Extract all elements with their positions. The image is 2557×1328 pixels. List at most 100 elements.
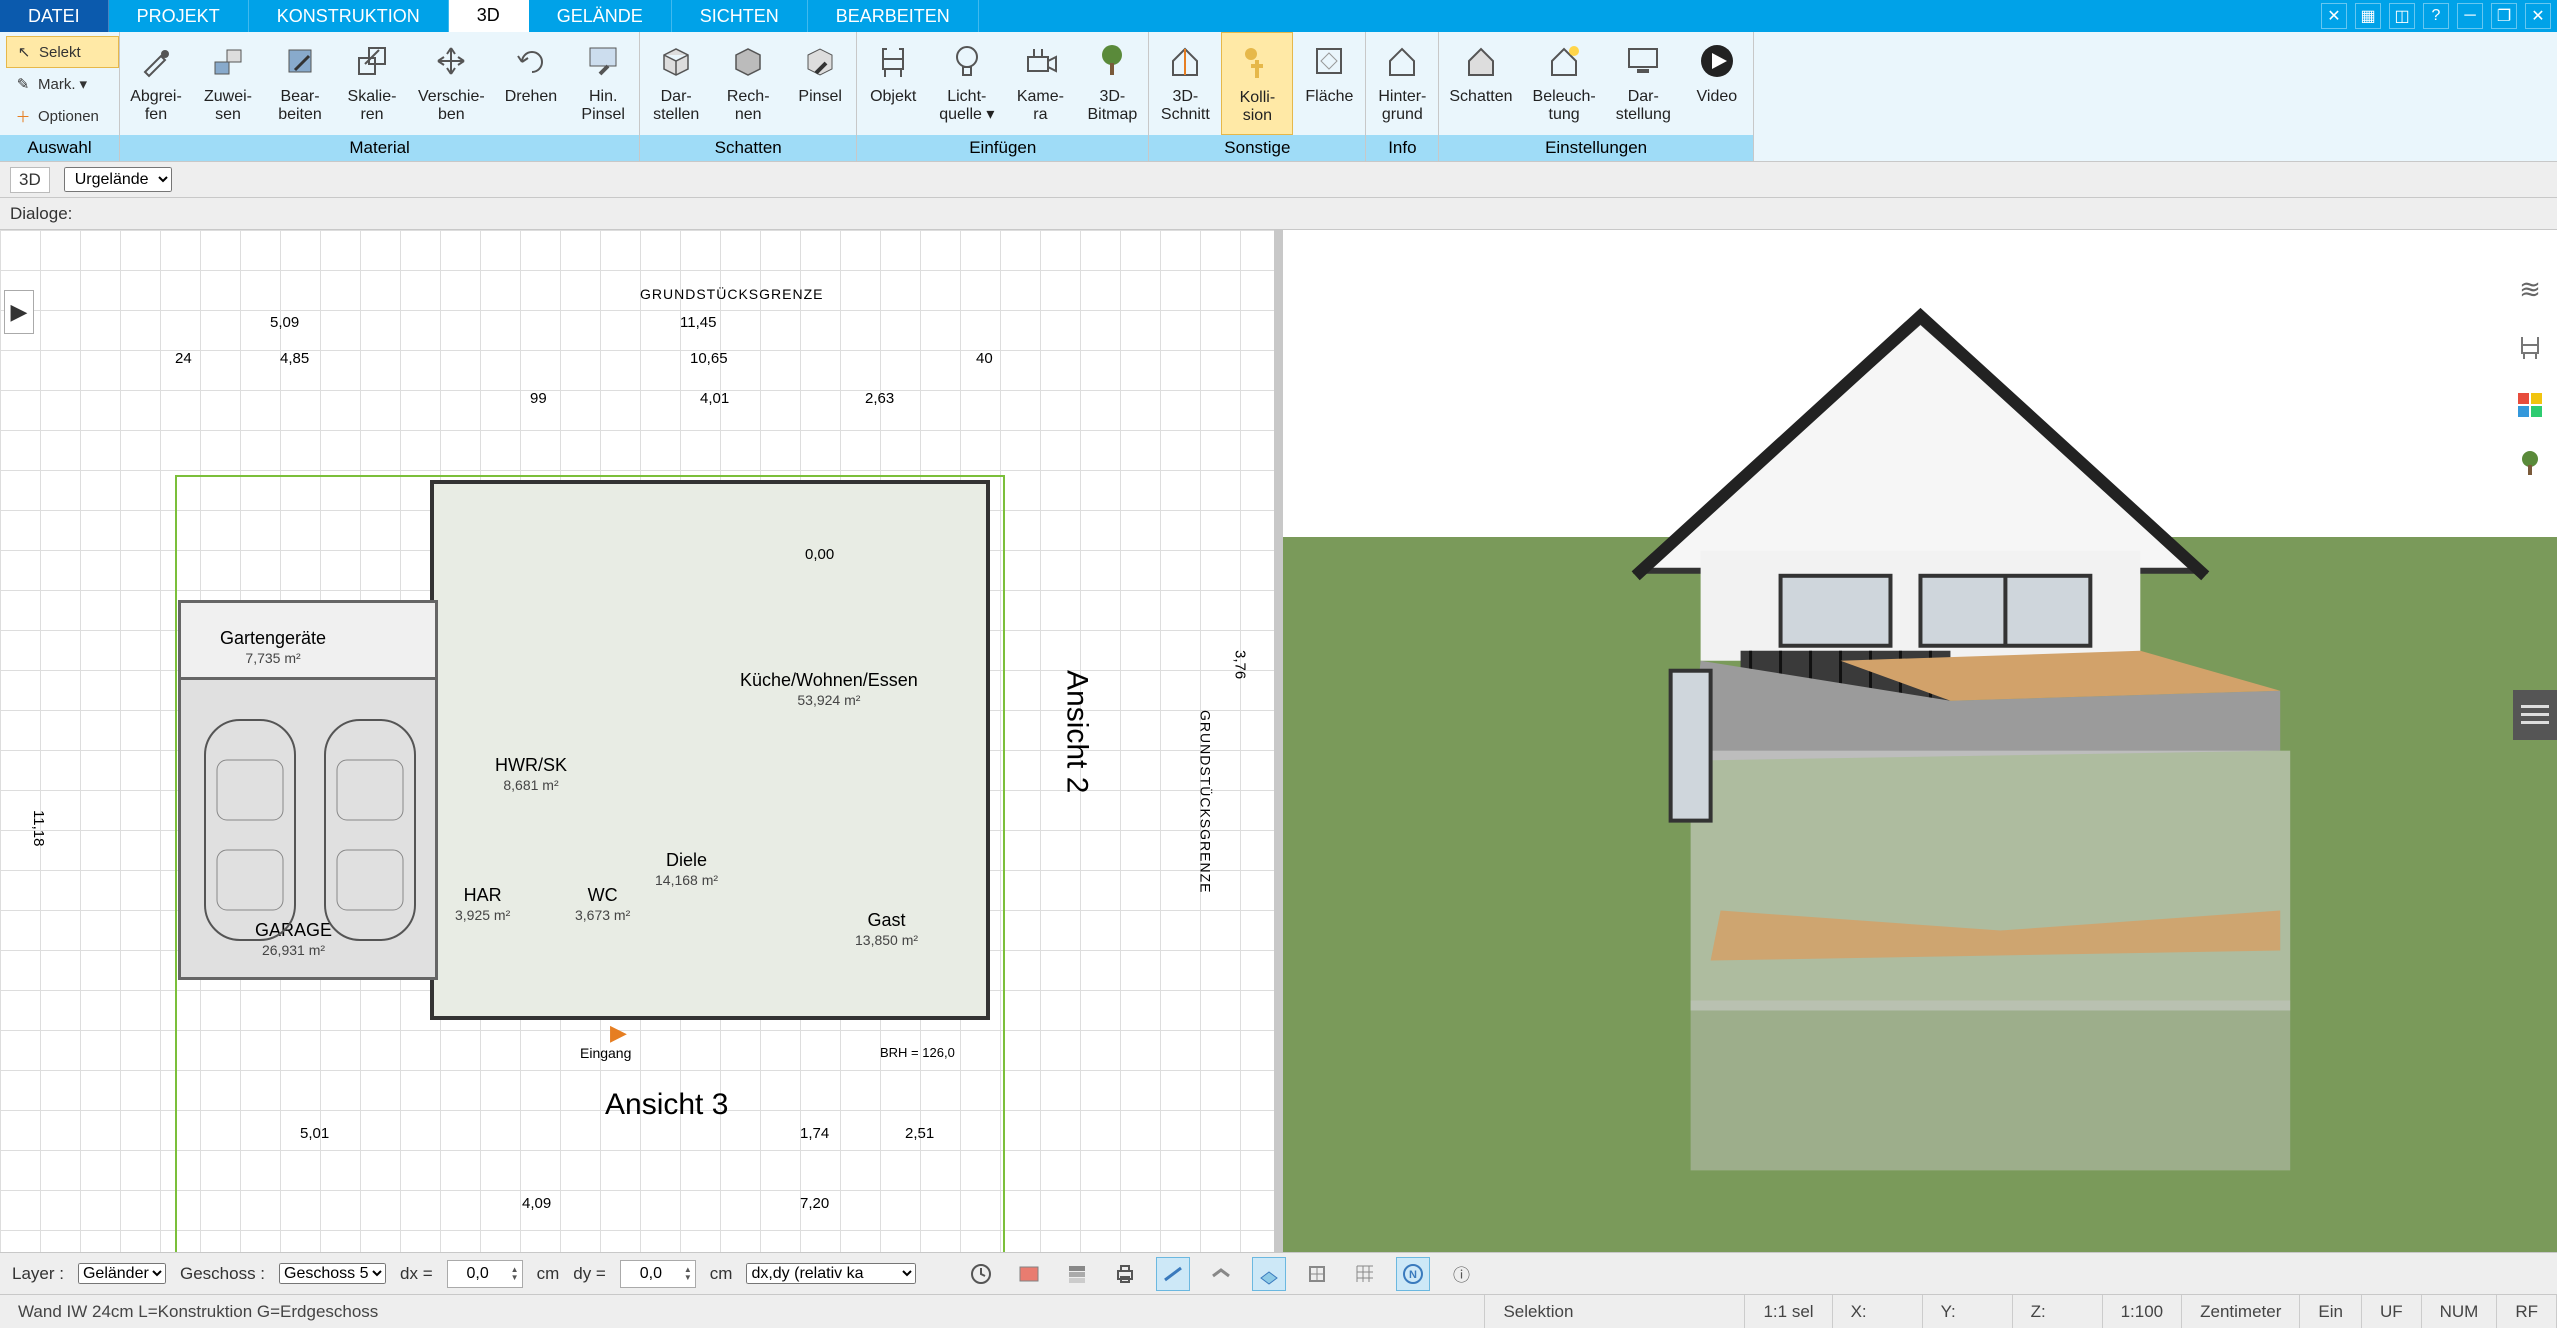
tab-3d[interactable]: 3D [449, 0, 529, 32]
3d-schnitt-button[interactable]: 3D- Schnitt [1149, 32, 1221, 135]
geschoss-label: Geschoss : [180, 1264, 265, 1284]
dy-field[interactable]: ▲▼ [620, 1260, 696, 1288]
status-rf: RF [2497, 1295, 2557, 1328]
chair-3d-icon[interactable] [2511, 328, 2549, 366]
skalieren-button[interactable]: Skalie- ren [336, 32, 408, 135]
coord-mode-select[interactable]: dx,dy (relativ ka [746, 1263, 916, 1284]
tab-sichten[interactable]: SICHTEN [672, 0, 808, 32]
walls-icon[interactable] [1300, 1257, 1334, 1291]
right-panel-expand[interactable] [2513, 690, 2557, 740]
beleuchtung-button[interactable]: Beleuch- tung [1523, 32, 1606, 135]
verschieben-button[interactable]: Verschie- ben [408, 32, 495, 135]
floor-plan[interactable]: ▶ GRUNDSTÜCKSGRENZE GRUNDSTÜCKSGRENZE Ga… [0, 230, 1274, 1252]
dim: 2,63 [865, 390, 894, 407]
help-icon[interactable]: ? [2423, 3, 2449, 29]
selekt-label: Selekt [39, 44, 81, 61]
close-icon[interactable]: ✕ [2525, 3, 2551, 29]
tab-projekt[interactable]: PROJEKT [109, 0, 249, 32]
group-auswahl-title: Auswahl [0, 135, 119, 161]
print-icon[interactable] [1108, 1257, 1142, 1291]
dialogs-bar: Dialoge: [0, 198, 2557, 230]
selekt-button[interactable]: ↖ Selekt [6, 36, 119, 68]
eyedropper-icon [133, 38, 179, 84]
car-1-icon [195, 710, 305, 950]
selection-view-icon[interactable] [1012, 1257, 1046, 1291]
slope-flat-icon[interactable] [1204, 1257, 1238, 1291]
ribbon: ↖ Selekt ✎ Mark. ▾ ＋ Optionen Auswahl Ab… [0, 32, 2557, 162]
materials-3d-icon[interactable] [2511, 386, 2549, 424]
scale-icon [349, 38, 395, 84]
drehen-button[interactable]: Drehen [495, 32, 567, 135]
rechnen-button[interactable]: Rech- nen [712, 32, 784, 135]
optionen-button[interactable]: ＋ Optionen [6, 100, 119, 132]
dy-down[interactable]: ▼ [681, 1274, 695, 1282]
car-2-icon [315, 710, 425, 950]
tab-datei[interactable]: DATEI [0, 0, 109, 32]
zuweisen-button[interactable]: Zuwei- sen [192, 32, 264, 135]
minimize-icon[interactable]: ─ [2457, 3, 2483, 29]
tab-bearbeiten[interactable]: BEARBEITEN [808, 0, 979, 32]
dim: 40 [976, 350, 993, 367]
clock-icon[interactable] [964, 1257, 998, 1291]
dim: 11,45 [680, 314, 716, 331]
expand-left-panel[interactable]: ▶ [4, 290, 34, 334]
layer-label: Layer : [12, 1264, 64, 1284]
mark-button[interactable]: ✎ Mark. ▾ [6, 68, 119, 100]
lichtquelle-button[interactable]: Licht- quelle ▾ [929, 32, 1004, 135]
info-toggle-icon[interactable]: ⓘ [1444, 1257, 1478, 1291]
camera-icon [1017, 38, 1063, 84]
view-3d[interactable]: ≋ [1283, 230, 2557, 1252]
mark-icon: ✎ [12, 73, 34, 95]
abgreifen-button[interactable]: Abgrei- fen [120, 32, 192, 135]
geschoss-select[interactable]: Geschoss 5 [279, 1263, 386, 1284]
stack-floors-icon[interactable] [1060, 1257, 1094, 1291]
dx-down[interactable]: ▼ [508, 1274, 522, 1282]
tab-konstruktion[interactable]: KONSTRUKTION [249, 0, 449, 32]
dim: 4,01 [700, 390, 729, 407]
scene-3d[interactable] [1283, 230, 2557, 1252]
kamera-button[interactable]: Kame- ra [1004, 32, 1076, 135]
terrain-select[interactable]: Urgelände [64, 167, 172, 192]
boundary-label-right: GRUNDSTÜCKSGRENZE [1198, 710, 1214, 893]
group-einfuegen-title: Einfügen [857, 135, 1148, 161]
slope-up-icon[interactable] [1156, 1257, 1190, 1291]
dy-input[interactable] [621, 1261, 681, 1287]
dim: 4,09 [522, 1195, 551, 1212]
3d-bitmap-button[interactable]: 3D- Bitmap [1076, 32, 1148, 135]
tab-gelaende[interactable]: GELÄNDE [529, 0, 672, 32]
tree-icon [1089, 38, 1135, 84]
cube-calc-icon [725, 38, 771, 84]
collision-icon [1234, 39, 1280, 85]
hin-pinsel-button[interactable]: Hin. Pinsel [567, 32, 639, 135]
dx-input[interactable] [448, 1261, 508, 1287]
darstellung-button[interactable]: Dar- stellung [1606, 32, 1681, 135]
dim: 4,85 [280, 350, 309, 367]
layers-titlebar-icon[interactable]: ▦ [2355, 3, 2381, 29]
objekt-button[interactable]: Objekt [857, 32, 929, 135]
view-splitter[interactable] [1274, 230, 1284, 1252]
window-icon[interactable]: ◫ [2389, 3, 2415, 29]
hintergrund-button[interactable]: Hinter- grund [1366, 32, 1438, 135]
room-gast: Gast13,850 m² [855, 910, 918, 948]
kollision-button[interactable]: Kolli- sion [1221, 32, 1293, 135]
restore-icon[interactable]: ❐ [2491, 3, 2517, 29]
dim: 11,18 [30, 810, 47, 846]
bearbeiten-button[interactable]: Bear- beiten [264, 32, 336, 135]
view-2d[interactable]: ▶ GRUNDSTÜCKSGRENZE GRUNDSTÜCKSGRENZE Ga… [0, 230, 1274, 1252]
north-icon[interactable]: N [1396, 1257, 1430, 1291]
schatten-set-button[interactable]: Schatten [1439, 32, 1522, 135]
tools-icon[interactable]: ✕ [2321, 3, 2347, 29]
dx-field[interactable]: ▲▼ [447, 1260, 523, 1288]
grid-icon[interactable] [1348, 1257, 1382, 1291]
plane-icon[interactable] [1252, 1257, 1286, 1291]
video-button[interactable]: Video [1681, 32, 1753, 135]
tree-3d-icon[interactable] [2511, 444, 2549, 482]
pinsel-button[interactable]: Pinsel [784, 32, 856, 135]
layers-3d-icon[interactable]: ≋ [2511, 270, 2549, 308]
status-hint: Wand IW 24cm L=Konstruktion G=Erdgeschos… [0, 1295, 1485, 1328]
flaeche-button[interactable]: Fläche [1293, 32, 1365, 135]
darstellen-button[interactable]: Dar- stellen [640, 32, 712, 135]
status-unit: Zentimeter [2182, 1295, 2300, 1328]
layer-select[interactable]: Geländer [78, 1263, 166, 1284]
shadow-house-icon [1458, 38, 1504, 84]
